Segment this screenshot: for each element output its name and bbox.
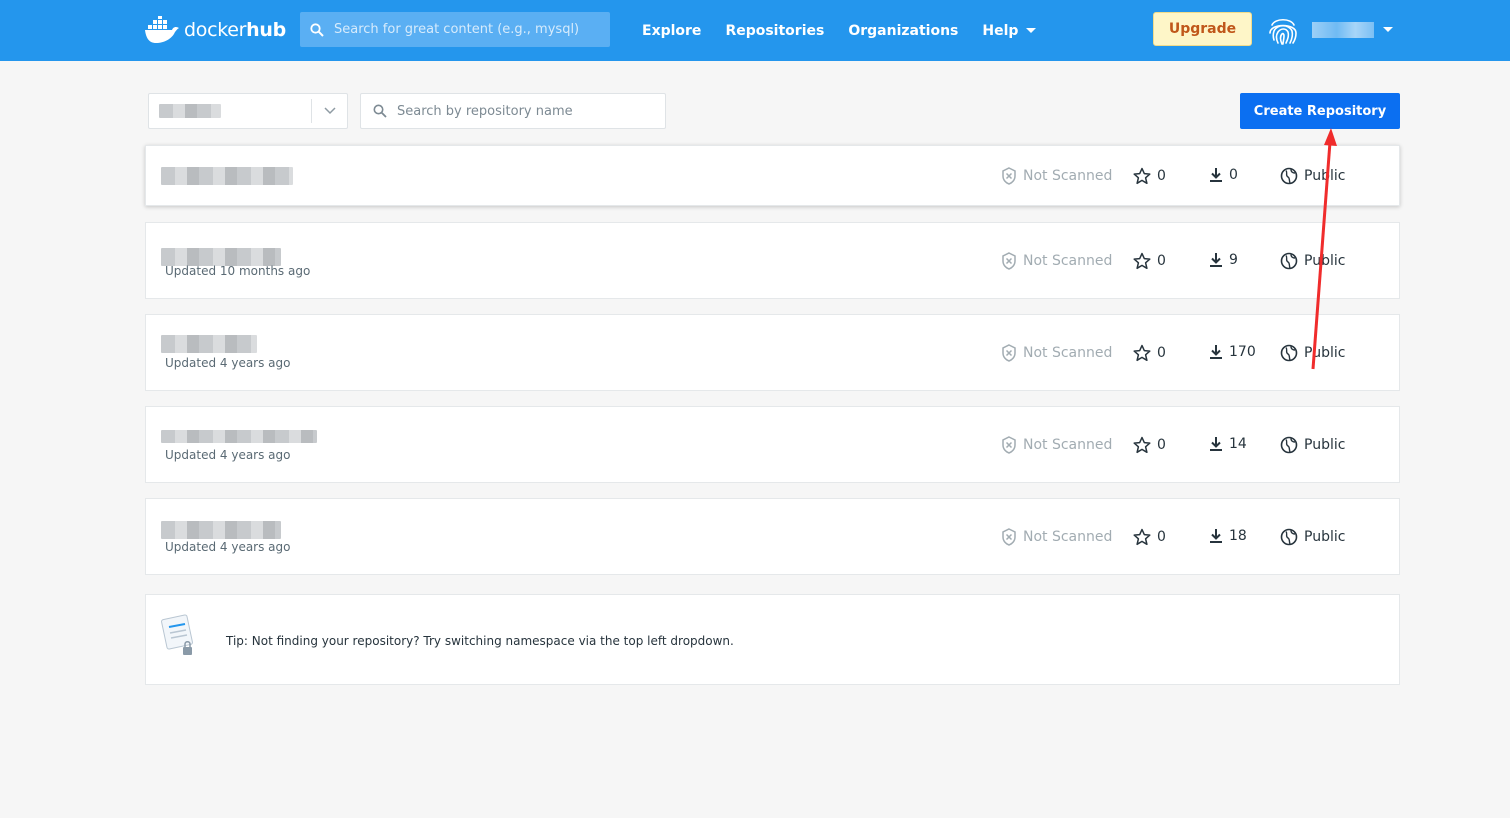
visibility: Public bbox=[1280, 167, 1345, 185]
scan-status: Not Scanned bbox=[1001, 344, 1112, 362]
nav-organizations[interactable]: Organizations bbox=[848, 23, 958, 39]
repository-row[interactable]: Updated 4 years ago Not Scanned 0 14 Pub… bbox=[145, 406, 1400, 483]
pull-count: 0 bbox=[1209, 167, 1238, 183]
namespace-select[interactable] bbox=[148, 93, 348, 129]
star-icon bbox=[1133, 436, 1151, 454]
scan-status: Not Scanned bbox=[1001, 167, 1112, 185]
shield-x-icon bbox=[1002, 167, 1016, 185]
tip-box: Tip: Not finding your repository? Try sw… bbox=[145, 594, 1400, 685]
nav-explore[interactable]: Explore bbox=[642, 23, 701, 39]
shield-x-icon bbox=[1002, 528, 1016, 546]
shield-x-icon bbox=[1002, 252, 1016, 270]
star-count: 0 bbox=[1133, 436, 1166, 454]
chevron-down-icon[interactable] bbox=[312, 107, 347, 115]
docker-whale-icon bbox=[145, 16, 179, 43]
scan-status: Not Scanned bbox=[1001, 528, 1112, 546]
main-nav: Explore Repositories Organizations Help bbox=[642, 0, 1060, 61]
visibility: Public bbox=[1280, 436, 1345, 454]
star-icon bbox=[1133, 252, 1151, 270]
user-name-redacted[interactable] bbox=[1312, 22, 1374, 38]
pull-count: 14 bbox=[1209, 436, 1247, 452]
globe-icon bbox=[1280, 252, 1298, 270]
repository-row[interactable]: Updated 10 months ago Not Scanned 0 9 Pu… bbox=[145, 222, 1400, 299]
globe-icon bbox=[1280, 344, 1298, 362]
download-icon bbox=[1210, 168, 1222, 182]
repo-name-redacted bbox=[161, 335, 257, 353]
upgrade-button[interactable]: Upgrade bbox=[1153, 12, 1252, 46]
shield-x-icon bbox=[1002, 436, 1016, 454]
create-repository-button[interactable]: Create Repository bbox=[1240, 93, 1400, 129]
nav-help[interactable]: Help bbox=[982, 23, 1037, 39]
repo-updated-time: Updated 4 years ago bbox=[165, 540, 291, 554]
namespace-tip-illustration bbox=[161, 614, 193, 655]
visibility: Public bbox=[1280, 252, 1345, 270]
star-count: 0 bbox=[1133, 528, 1166, 546]
repo-search bbox=[360, 93, 666, 129]
search-icon bbox=[373, 104, 387, 118]
search-icon bbox=[310, 22, 324, 37]
star-icon bbox=[1133, 528, 1151, 546]
repository-row[interactable]: Updated 4 years ago Not Scanned 0 18 Pub… bbox=[145, 498, 1400, 575]
repo-name-redacted bbox=[161, 167, 293, 185]
repo-name-redacted bbox=[161, 430, 317, 443]
pull-count: 170 bbox=[1209, 344, 1256, 360]
download-icon bbox=[1210, 437, 1222, 451]
download-icon bbox=[1210, 253, 1222, 267]
globe-icon bbox=[1280, 528, 1298, 546]
repository-row[interactable]: Updated 4 years ago Not Scanned 0 170 Pu… bbox=[145, 314, 1400, 391]
globe-icon bbox=[1280, 436, 1298, 454]
chevron-down-icon[interactable] bbox=[1383, 27, 1393, 32]
download-icon bbox=[1210, 345, 1222, 359]
star-count: 0 bbox=[1133, 252, 1166, 270]
repo-name-redacted bbox=[161, 521, 281, 539]
download-icon bbox=[1210, 529, 1222, 543]
global-search bbox=[300, 12, 610, 47]
nav-repositories[interactable]: Repositories bbox=[725, 23, 824, 39]
docker-hub-logo[interactable]: dockerhub bbox=[144, 14, 286, 46]
repo-updated-time: Updated 4 years ago bbox=[165, 448, 291, 462]
repo-search-input[interactable] bbox=[397, 103, 657, 119]
scan-status: Not Scanned bbox=[1001, 252, 1112, 270]
logo-text: dockerhub bbox=[184, 19, 286, 41]
shield-x-icon bbox=[1002, 344, 1016, 362]
pull-count: 18 bbox=[1209, 528, 1247, 544]
chevron-down-icon bbox=[1026, 28, 1037, 33]
star-icon bbox=[1133, 344, 1151, 362]
global-search-input[interactable] bbox=[334, 22, 594, 37]
scan-status: Not Scanned bbox=[1001, 436, 1112, 454]
pull-count: 9 bbox=[1209, 252, 1238, 268]
visibility: Public bbox=[1280, 344, 1345, 362]
visibility: Public bbox=[1280, 528, 1345, 546]
globe-icon bbox=[1280, 167, 1298, 185]
repository-row[interactable]: Not Scanned 0 0 Public bbox=[145, 145, 1400, 206]
star-icon bbox=[1133, 167, 1151, 185]
tip-text: Tip: Not finding your repository? Try sw… bbox=[226, 634, 734, 648]
top-navigation-bar: dockerhub Explore Repositories Organizat… bbox=[0, 0, 1510, 61]
fingerprint-icon[interactable] bbox=[1266, 13, 1300, 47]
star-count: 0 bbox=[1133, 167, 1166, 185]
repo-updated-time: Updated 4 years ago bbox=[165, 356, 291, 370]
repo-updated-time: Updated 10 months ago bbox=[165, 264, 311, 278]
star-count: 0 bbox=[1133, 344, 1166, 362]
namespace-value-redacted bbox=[149, 104, 311, 119]
